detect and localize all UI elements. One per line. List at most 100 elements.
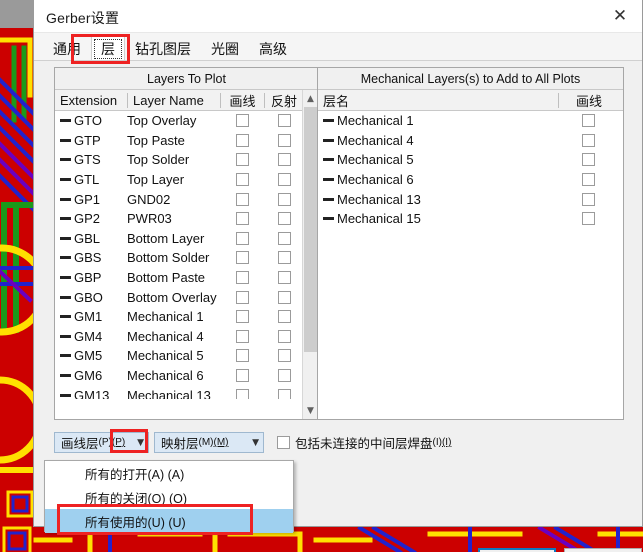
mirror-checkbox[interactable] [277,310,291,324]
cancel-button[interactable]: 取消 [564,548,642,552]
column-layer-name[interactable]: Layer Name [128,90,220,110]
plot-checkbox-cell[interactable] [220,349,264,363]
mirror-checkbox[interactable] [277,251,291,265]
mirror-checkbox[interactable] [277,369,291,383]
column-plot[interactable]: 画线 [559,90,619,110]
table-row[interactable]: Mechanical 5 [318,150,623,170]
plot-checkbox-cell[interactable] [220,369,264,383]
plot-checkbox[interactable] [235,310,249,324]
plot-checkbox[interactable] [235,290,249,304]
plot-checkbox-cell[interactable] [220,173,264,187]
table-row[interactable]: GTP Top Paste [55,131,318,151]
ok-button[interactable]: 确定 [478,548,556,552]
plot-checkbox-cell[interactable] [220,192,264,206]
mirror-checkbox[interactable] [277,329,291,343]
include-unconnected-pads-checkbox[interactable]: 包括未连接的中间层焊盘 (I) (I) [277,433,451,452]
mirror-checkbox-cell[interactable] [264,133,304,147]
plot-checkbox-cell[interactable] [220,271,264,285]
plot-checkbox-cell[interactable] [220,153,264,167]
mirror-checkbox[interactable] [277,271,291,285]
mirror-checkbox-cell[interactable] [264,114,304,128]
mirror-checkbox[interactable] [277,212,291,226]
plot-checkbox[interactable] [235,349,249,363]
mirror-checkbox[interactable] [277,153,291,167]
table-row[interactable]: GM1 Mechanical 1 [55,307,318,327]
table-row[interactable]: GBL Bottom Layer [55,229,318,249]
mirror-checkbox-cell[interactable] [264,212,304,226]
mirror-checkbox-cell[interactable] [264,369,304,383]
mirror-checkbox-cell[interactable] [264,329,304,343]
plot-checkbox[interactable] [235,133,249,147]
plot-checkbox-cell[interactable] [220,251,264,265]
plot-checkbox[interactable] [581,133,595,147]
table-row[interactable]: GP2 PWR03 [55,209,318,229]
plot-checkbox-cell[interactable] [558,212,618,226]
plot-checkbox-cell[interactable] [220,388,264,399]
plot-checkbox[interactable] [235,231,249,245]
plot-checkbox[interactable] [235,192,249,206]
plot-checkbox[interactable] [235,251,249,265]
mirror-checkbox-cell[interactable] [264,153,304,167]
plot-checkbox-cell[interactable] [220,114,264,128]
plot-checkbox[interactable] [581,114,595,128]
table-row[interactable]: Mechanical 4 [318,131,623,151]
mirror-checkbox-cell[interactable] [264,388,304,399]
table-row[interactable]: GBO Bottom Overlay [55,287,318,307]
plot-checkbox-cell[interactable] [220,290,264,304]
mirror-checkbox[interactable] [277,231,291,245]
plot-checkbox[interactable] [581,212,595,226]
plot-checkbox[interactable] [235,271,249,285]
mirror-checkbox[interactable] [277,173,291,187]
mirror-checkbox-cell[interactable] [264,290,304,304]
table-row[interactable]: GTO Top Overlay [55,111,318,131]
plot-checkbox[interactable] [235,388,249,399]
plot-layers-dropdown-button[interactable]: 画线层 (P) (P) ▼ [54,432,149,453]
menu-item-all-used[interactable]: 所有使用的(U) (U) [45,509,293,533]
plot-checkbox[interactable] [581,192,595,206]
table-row[interactable]: Mechanical 6 [318,170,623,190]
tab-layers[interactable]: 层 [91,36,125,60]
table-row[interactable]: GM4 Mechanical 4 [55,327,318,347]
plot-checkbox[interactable] [581,173,595,187]
layers-list-scrollbar[interactable]: ▲ ▼ [302,90,318,419]
checkbox-box[interactable] [277,436,290,449]
table-row[interactable]: GM5 Mechanical 5 [55,346,318,366]
plot-checkbox[interactable] [581,153,595,167]
plot-checkbox-cell[interactable] [558,114,618,128]
plot-checkbox-cell[interactable] [220,133,264,147]
table-row[interactable]: GM6 Mechanical 6 [55,366,318,386]
mirror-checkbox-cell[interactable] [264,231,304,245]
column-plot[interactable]: 画线 [221,90,264,110]
chevron-down-icon[interactable]: ▼ [131,438,144,448]
plot-checkbox-cell[interactable] [558,133,618,147]
chevron-down-icon[interactable]: ▼ [303,402,318,419]
scrollbar-thumb[interactable] [304,107,317,352]
menu-item-all-on[interactable]: 所有的打开(A) (A) [45,461,293,485]
plot-checkbox[interactable] [235,369,249,383]
plot-checkbox-cell[interactable] [220,231,264,245]
plot-checkbox[interactable] [235,173,249,187]
plot-checkbox[interactable] [235,114,249,128]
plot-checkbox-cell[interactable] [558,192,618,206]
table-row[interactable]: Mechanical 15 [318,209,623,229]
tab-advanced[interactable]: 高级 [249,36,297,60]
plot-checkbox-cell[interactable] [220,310,264,324]
column-extension[interactable]: Extension [55,90,127,110]
plot-checkbox-cell[interactable] [220,329,264,343]
mirror-checkbox-cell[interactable] [264,271,304,285]
mirror-checkbox-cell[interactable] [264,349,304,363]
mirror-checkbox-cell[interactable] [264,310,304,324]
mechanical-layers-rows[interactable]: Mechanical 1 Mechanical 4 Mechanical 5 Mech… [318,111,623,419]
column-mirror[interactable]: 反射 [265,90,303,110]
mirror-checkbox-cell[interactable] [264,173,304,187]
table-row[interactable]: GP1 GND02 [55,189,318,209]
plot-checkbox-cell[interactable] [558,153,618,167]
mirror-checkbox-cell[interactable] [264,192,304,206]
mirror-checkbox[interactable] [277,349,291,363]
mirror-checkbox[interactable] [277,133,291,147]
tab-general[interactable]: 通用 [43,36,91,60]
close-icon[interactable]: ✕ [598,0,642,33]
mirror-checkbox[interactable] [277,290,291,304]
chevron-up-icon[interactable]: ▲ [303,90,318,107]
scrollbar-track[interactable] [303,107,318,402]
